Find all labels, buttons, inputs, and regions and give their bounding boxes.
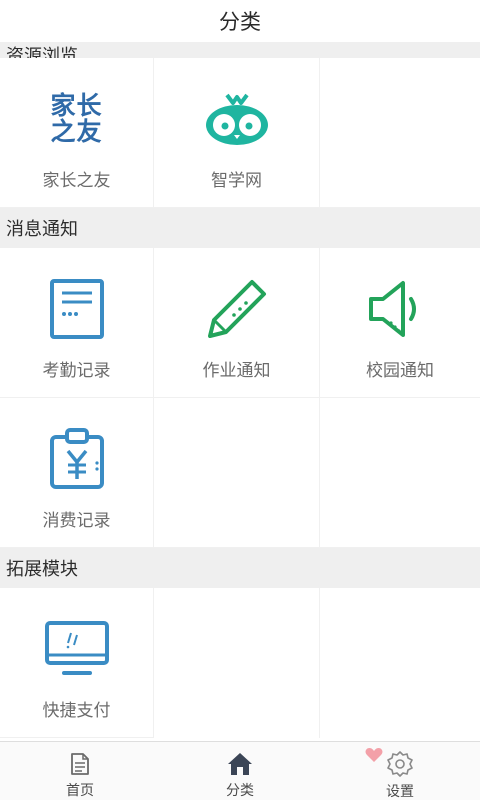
tab-label: 分类 — [226, 783, 254, 799]
section-header-notifications: 消息通知 — [0, 208, 480, 248]
document-icon — [67, 751, 93, 776]
item-jiazhangzhiyou[interactable]: 家长 之友 家长之友 — [0, 58, 154, 208]
home-icon — [227, 751, 253, 776]
section-header-extensions: 拓展模块 — [0, 548, 480, 588]
empty-cell — [320, 588, 480, 738]
section-grid-extensions: 快捷支付 — [0, 588, 480, 738]
item-quick-pay[interactable]: 快捷支付 — [0, 588, 154, 738]
monitor-icon — [42, 614, 112, 684]
item-label: 作业通知 — [202, 361, 271, 381]
item-label: 快捷支付 — [42, 701, 111, 721]
section-title: 消息通知 — [6, 219, 78, 240]
section-grid-notifications: 考勤记录 作业通知 校园通知 消费记录 — [0, 248, 480, 548]
item-consumption-record[interactable]: 消费记录 — [0, 398, 154, 548]
bottom-tab-bar: 首页 分类 设置 — [0, 741, 480, 800]
heart-icon — [365, 747, 383, 767]
page-title: 分类 — [219, 10, 261, 34]
tab-category[interactable]: 分类 — [160, 742, 320, 800]
section-header-resources: 资源浏览 — [0, 42, 480, 58]
item-label: 校园通知 — [366, 361, 434, 381]
item-attendance-record[interactable]: 考勤记录 — [0, 248, 154, 398]
clipboard-yen-icon — [42, 424, 112, 494]
tab-label: 首页 — [66, 783, 94, 799]
pencil-icon — [202, 274, 272, 344]
item-label: 考勤记录 — [42, 361, 111, 381]
owl-logo — [202, 84, 272, 154]
empty-cell — [154, 588, 320, 738]
top-bar: 分类 — [0, 0, 480, 42]
logo-text-line2: 之友 — [50, 117, 103, 146]
item-label: 智学网 — [211, 171, 262, 191]
section-title: 拓展模块 — [6, 559, 78, 580]
section-grid-resources: 家长 之友 家长之友 智学网 — [0, 58, 480, 208]
item-label: 家长之友 — [42, 171, 111, 191]
category-list[interactable]: 资源浏览 家长 之友 家长之友 智学网 消息通知 考勤记录 作业通知 校园通知 … — [0, 42, 480, 741]
document-icon — [42, 274, 112, 344]
item-campus-notice[interactable]: 校园通知 — [320, 248, 480, 398]
empty-cell — [320, 398, 480, 548]
item-label: 消费记录 — [42, 511, 111, 531]
empty-cell — [154, 398, 320, 548]
jiazhangzhiyou-logo: 家长 之友 — [42, 84, 112, 154]
tab-label: 设置 — [386, 784, 414, 800]
tab-settings[interactable]: 设置 — [320, 742, 480, 800]
section-title: 资源浏览 — [6, 46, 78, 58]
item-zhixuewang[interactable]: 智学网 — [154, 58, 320, 208]
logo-text-line1: 家长 — [50, 91, 103, 120]
item-homework-notice[interactable]: 作业通知 — [154, 248, 320, 398]
speaker-icon — [365, 274, 435, 344]
tab-home[interactable]: 首页 — [0, 742, 160, 800]
gear-icon — [387, 751, 413, 777]
empty-cell — [320, 58, 480, 208]
